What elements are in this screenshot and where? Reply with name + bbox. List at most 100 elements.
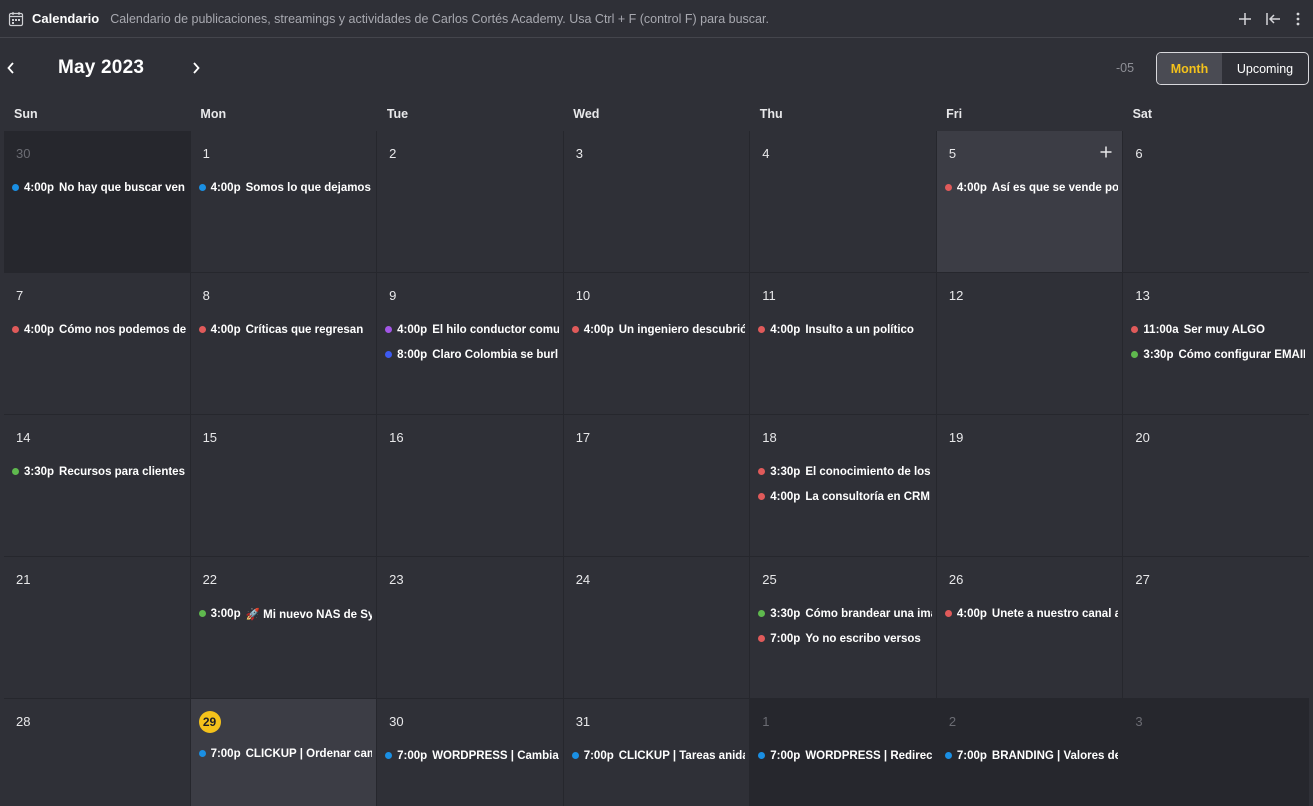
event-color-dot xyxy=(385,326,393,333)
day-cell[interactable]: 16 xyxy=(377,415,563,556)
day-cell[interactable]: 27 xyxy=(1123,557,1309,698)
day-number: 9 xyxy=(389,288,397,303)
calendar-event[interactable]: 7:00p Yo no escribo versos xyxy=(750,626,936,651)
day-cell[interactable]: 13 11:00a Ser muy ALGO 3:30p Cómo configurar… xyxy=(1123,273,1309,414)
day-cell[interactable]: 3 xyxy=(563,131,750,272)
calendar-event[interactable]: 7:00p WORDPRESS | Cambiar xyxy=(377,743,563,768)
calendar-nav: May 2023 -05 Month Upcoming xyxy=(0,39,1313,97)
calendar-event[interactable]: 4:00p Un ingeniero descubrió xyxy=(564,317,750,342)
day-cell[interactable]: 30 7:00p WORDPRESS | Cambiar xyxy=(377,699,563,806)
calendar-event[interactable]: 3:00p 🚀 Mi nuevo NAS de Sy xyxy=(191,601,377,626)
calendar-event[interactable]: 4:00p Críticas que regresan xyxy=(191,317,377,342)
event-list: 4:00p Un ingeniero descubrió xyxy=(564,317,750,342)
calendar-event[interactable]: 4:00p Cómo nos podemos de xyxy=(4,317,190,342)
day-cell[interactable]: 29 7:00p CLICKUP | Ordenar cam xyxy=(190,699,377,806)
calendar-event[interactable]: 3:30p El conocimiento de los xyxy=(750,459,936,484)
collapse-panel-button[interactable] xyxy=(1259,5,1287,33)
add-event-button[interactable] xyxy=(1231,5,1259,33)
day-cell[interactable]: 3 xyxy=(1123,699,1309,806)
calendar-event[interactable]: 4:00p Somos lo que dejamos xyxy=(191,175,377,200)
day-cell[interactable]: 18 3:30p El conocimiento de los 4:00p La con… xyxy=(750,415,936,556)
day-cell[interactable]: 9 4:00p El hilo conductor comu 8:00p Claro C… xyxy=(377,273,563,414)
day-cell[interactable]: 12 xyxy=(936,273,1123,414)
day-number: 11 xyxy=(762,288,776,303)
calendar-event[interactable]: 7:00p CLICKUP | Ordenar cam xyxy=(191,741,377,766)
event-time: 7:00p xyxy=(770,749,801,762)
day-cell[interactable]: 28 xyxy=(4,699,190,806)
next-month-button[interactable] xyxy=(185,57,207,79)
day-number: 16 xyxy=(389,430,404,445)
chevron-right-icon xyxy=(193,62,200,74)
day-cell[interactable]: 6 xyxy=(1123,131,1309,272)
day-cell[interactable]: 2 xyxy=(377,131,563,272)
day-cell[interactable]: 7 4:00p Cómo nos podemos de xyxy=(4,273,190,414)
calendar-event[interactable]: 11:00a Ser muy ALGO xyxy=(1123,317,1309,342)
event-time: 4:00p xyxy=(956,607,987,620)
day-cell[interactable]: 24 xyxy=(563,557,750,698)
event-color-dot xyxy=(571,752,579,759)
event-color-dot xyxy=(758,752,766,759)
calendar-event[interactable]: 4:00p Insulto a un político xyxy=(750,317,936,342)
event-list: 7:00p CLICKUP | Ordenar cam xyxy=(191,741,377,766)
event-list: 4:00p Somos lo que dejamos xyxy=(191,175,377,200)
event-title: WORDPRESS | Cambiar xyxy=(432,749,559,762)
event-color-dot xyxy=(12,468,19,475)
day-cell[interactable]: 1 4:00p Somos lo que dejamos xyxy=(190,131,377,272)
event-list: 11:00a Ser muy ALGO 3:30p Cómo configurar E… xyxy=(1123,317,1309,367)
day-cell[interactable]: 30 4:00p No hay que buscar ven xyxy=(4,131,190,272)
weekday-label: Mon xyxy=(200,107,227,121)
calendar-event[interactable]: 7:00p CLICKUP | Tareas anida xyxy=(564,743,750,768)
day-cell[interactable]: 10 4:00p Un ingeniero descubrió xyxy=(563,273,750,414)
event-title: WORDPRESS | Redirecc xyxy=(805,749,932,762)
event-title: Cómo nos podemos de xyxy=(59,323,186,336)
more-options-button[interactable] xyxy=(1287,5,1309,33)
day-cell[interactable]: 22 3:00p 🚀 Mi nuevo NAS de Sy xyxy=(190,557,377,698)
day-cell[interactable]: 8 4:00p Críticas que regresan xyxy=(190,273,377,414)
calendar-event[interactable]: 4:00p El hilo conductor comu xyxy=(377,317,563,342)
weekday-label: Wed xyxy=(573,107,600,121)
calendar-event[interactable]: 3:30p Recursos para clientes xyxy=(4,459,190,484)
month-view-button[interactable]: Month xyxy=(1157,53,1222,84)
calendar-event[interactable]: 7:00p BRANDING | Valores de xyxy=(937,743,1123,768)
previous-month-button[interactable] xyxy=(0,57,22,79)
calendar-event[interactable]: 4:00p No hay que buscar ven xyxy=(4,175,190,200)
day-cell[interactable]: 31 7:00p CLICKUP | Tareas anida xyxy=(563,699,750,806)
today-date-badge: 29 xyxy=(198,711,221,733)
event-title: No hay que buscar ven xyxy=(59,181,185,194)
day-cell[interactable]: 25 3:30p Cómo brandear una ima 7:00p Yo no e… xyxy=(750,557,936,698)
event-title: Cómo configurar EMAIL xyxy=(1178,348,1305,361)
event-list: 4:00p No hay que buscar ven xyxy=(4,175,190,200)
event-list: 3:30p El conocimiento de los 4:00p La consu… xyxy=(750,459,936,509)
event-title: BRANDING | Valores de xyxy=(991,749,1119,762)
calendar-event[interactable]: 7:00p WORDPRESS | Redirecc xyxy=(750,743,936,768)
day-number: 26 xyxy=(948,572,964,587)
day-cell[interactable]: 20 xyxy=(1123,415,1309,556)
event-time: 7:00p xyxy=(397,749,428,762)
day-cell[interactable]: 23 xyxy=(377,557,563,698)
event-time: 3:30p xyxy=(770,607,801,620)
event-list: 3:30p Recursos para clientes xyxy=(4,459,190,484)
day-cell[interactable]: 17 xyxy=(563,415,750,556)
calendar-event[interactable]: 3:30p Cómo configurar EMAIL xyxy=(1123,342,1309,367)
event-title: Yo no escribo versos xyxy=(805,632,921,645)
day-cell[interactable]: 15 xyxy=(190,415,377,556)
event-list: 7:00p WORDPRESS | Redirecc xyxy=(750,743,936,768)
day-cell[interactable]: 21 xyxy=(4,557,190,698)
weekday-label: Sun xyxy=(14,107,38,121)
day-cell[interactable]: 2 7:00p BRANDING | Valores de xyxy=(936,699,1123,806)
add-event-day-button[interactable] xyxy=(1100,143,1112,161)
day-cell[interactable]: 14 3:30p Recursos para clientes xyxy=(4,415,190,556)
calendar-event[interactable]: 8:00p Claro Colombia se burl xyxy=(377,342,563,367)
day-cell[interactable]: 19 xyxy=(936,415,1123,556)
calendar-event[interactable]: 4:00p Así es que se vende po xyxy=(937,175,1123,200)
upcoming-view-button[interactable]: Upcoming xyxy=(1222,53,1308,84)
day-cell[interactable]: 1 7:00p WORDPRESS | Redirecc xyxy=(750,699,936,806)
calendar-event[interactable]: 4:00p Únete a nuestro canal a xyxy=(937,601,1123,626)
day-cell[interactable]: 11 4:00p Insulto a un político xyxy=(750,273,936,414)
calendar-event[interactable]: 4:00p La consultoría en CRM xyxy=(750,484,936,509)
event-time: 7:00p xyxy=(583,749,614,762)
calendar-event[interactable]: 3:30p Cómo brandear una ima xyxy=(750,601,936,626)
day-cell[interactable]: 26 4:00p Únete a nuestro canal a xyxy=(936,557,1123,698)
day-cell[interactable]: 4 xyxy=(750,131,936,272)
day-cell[interactable]: 5 4:00p Así es que se vende po xyxy=(936,131,1123,272)
